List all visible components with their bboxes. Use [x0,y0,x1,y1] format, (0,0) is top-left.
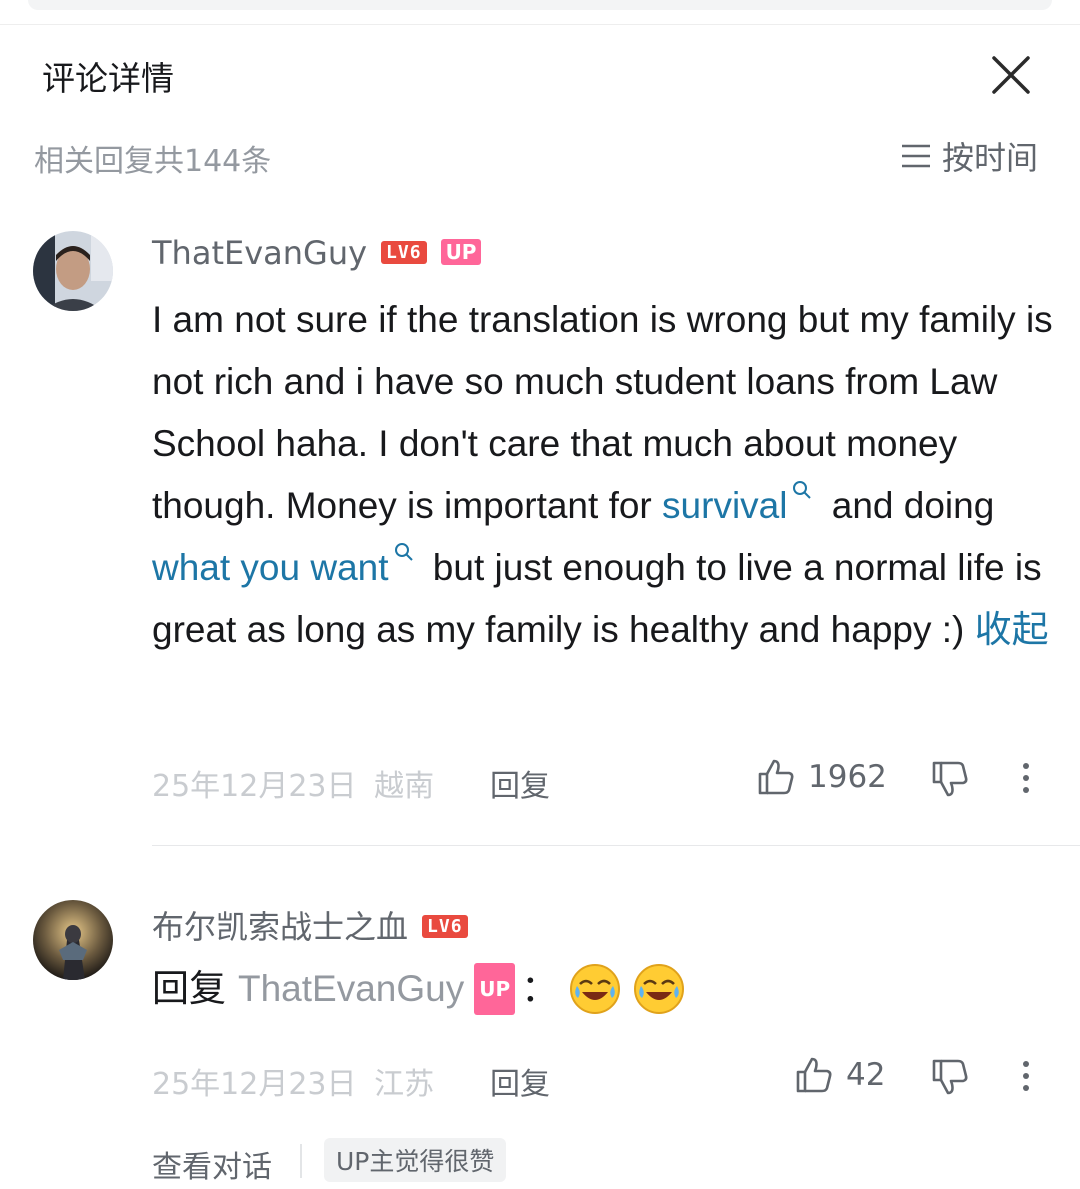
dislike-button[interactable] [930,1057,970,1101]
comment-location: 越南 [374,769,435,804]
footer-separator [300,1144,302,1178]
level-badge: LV6 [422,914,468,938]
author-name[interactable]: ThatEvanGuy [152,234,367,272]
page-title: 评论详情 [42,59,174,98]
sort-button[interactable]: 按时间 [900,136,1039,177]
more-icon [1023,1061,1029,1091]
dislike-button[interactable] [930,759,970,803]
more-options-button[interactable] [1016,1056,1036,1096]
comment-divider [152,845,1080,846]
level-badge: LV6 [381,240,427,264]
search-link-survival[interactable]: survival [662,485,787,526]
search-icon [394,543,413,561]
up-liked-tag: UP主觉得很赞 [324,1138,507,1182]
like-count: 42 [846,1057,886,1093]
top-divider [0,24,1080,25]
laughing-crying-emoji-icon [570,964,621,1014]
thumbs-down-icon [932,1059,968,1095]
collapse-button[interactable]: 收起 [975,608,1049,651]
like-count: 1962 [808,759,887,795]
like-button[interactable]: 42 [794,1055,885,1095]
reply-text: 回复 ThatEvanGuy UP ： [152,962,686,1016]
more-icon [1023,763,1029,793]
top-panel-edge [28,0,1052,10]
search-link-what-you-want[interactable]: what you want [152,547,389,588]
reply-button[interactable]: 回复 [490,761,550,805]
comment-meta: 25年12月23日 江苏 [152,1059,434,1103]
comment-text: I am not sure if the translation is wron… [152,299,1053,651]
like-button[interactable]: 1962 [756,757,887,797]
avatar[interactable] [33,231,113,311]
comment-author[interactable]: ThatEvanGuy LV6 UP [152,234,482,272]
up-badge: UP [440,239,482,265]
sort-icon [902,144,930,168]
reply-count: 相关回复共144条 [34,144,272,179]
reply-colon: ： [521,967,559,1010]
thumbs-down-icon [932,761,968,797]
comment-location: 江苏 [374,1067,435,1102]
author-name[interactable]: 布尔凯索战士之血 [152,908,408,946]
close-button[interactable] [986,50,1036,100]
more-options-button[interactable] [1016,758,1036,798]
avatar[interactable] [33,900,113,980]
reply-target-user[interactable]: ThatEvanGuy [238,964,464,1014]
comment-date: 25年12月23日 [152,1067,357,1102]
laughing-crying-emoji-icon [634,964,685,1014]
thumbs-up-icon [796,1057,832,1093]
view-conversation-button[interactable]: 查看对话 [152,1142,272,1186]
comment-date: 25年12月23日 [152,769,357,804]
search-icon [793,481,812,499]
reply-prefix: 回复 [152,967,226,1010]
comment-author[interactable]: 布尔凯索战士之血 LV6 [152,902,468,948]
comment-meta: 25年12月23日 越南 [152,761,434,805]
thumbs-up-icon [758,759,794,795]
up-badge: UP [474,963,516,1015]
reply-button[interactable]: 回复 [490,1059,550,1103]
close-icon [992,56,1030,94]
sort-label: 按时间 [942,139,1039,177]
